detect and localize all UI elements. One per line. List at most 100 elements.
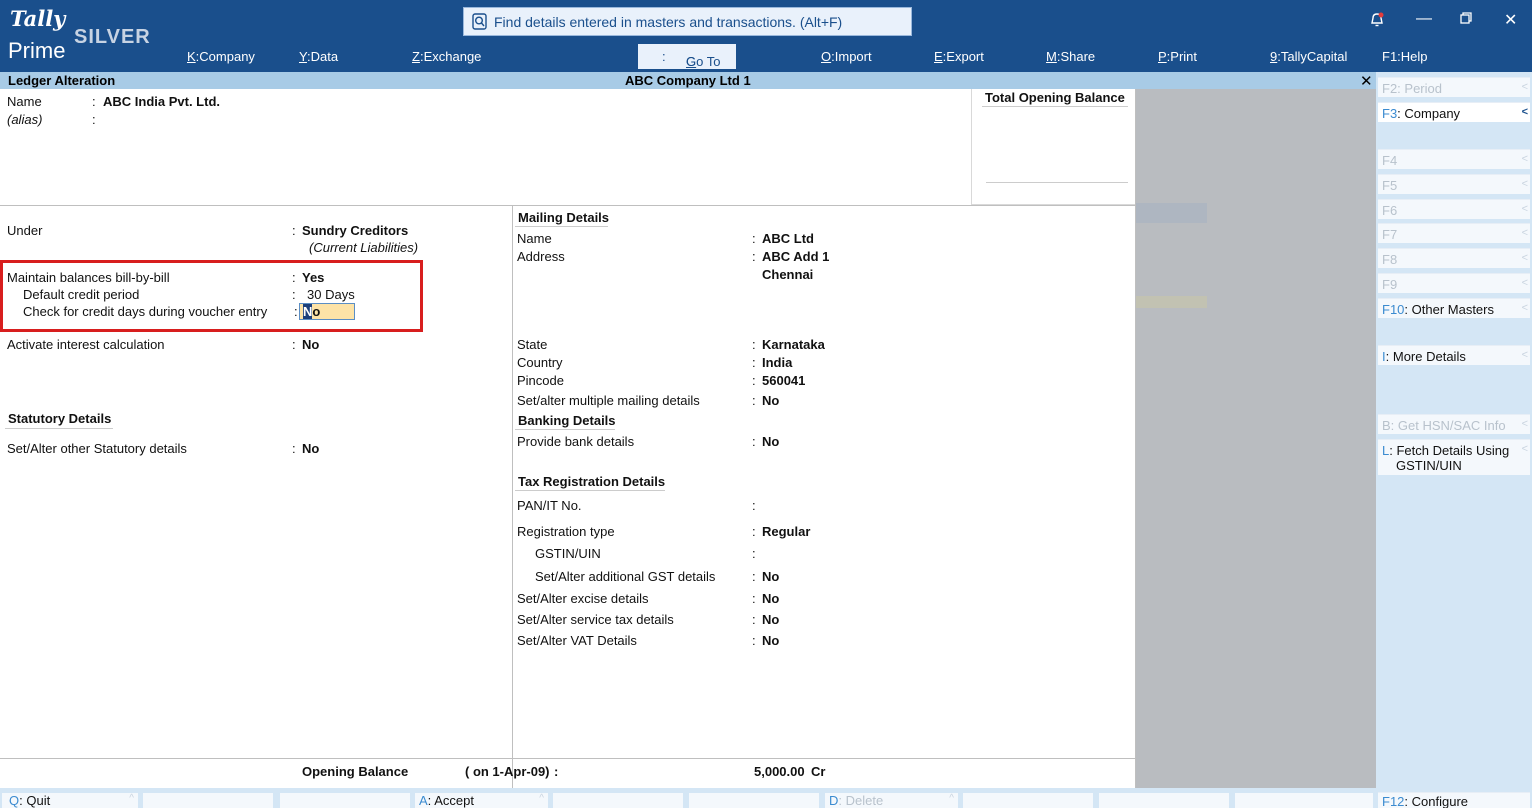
colon: : — [752, 393, 756, 408]
bottom-empty-button[interactable] — [689, 793, 819, 808]
bank-details-field[interactable]: No — [762, 434, 779, 449]
opening-balance-amount[interactable]: 5,000.00 — [754, 764, 805, 779]
state-field[interactable]: Karnataka — [762, 337, 825, 352]
other-masters-button[interactable]: F10: Other Masters < — [1378, 298, 1530, 318]
f6-button[interactable]: F6 < — [1378, 199, 1530, 219]
ledger-name-field[interactable]: ABC India Pvt. Ltd. — [103, 94, 220, 109]
statutory-heading: Statutory Details — [8, 411, 112, 426]
colon: : — [752, 633, 756, 648]
multi-mailing-field[interactable]: No — [762, 393, 779, 408]
address-line-2[interactable]: Chennai — [762, 267, 813, 282]
chevron-up-icon: ^ — [539, 793, 544, 804]
f9-button[interactable]: F9 < — [1378, 273, 1530, 293]
get-hsn-button[interactable]: B: Get HSN/SAC Info < — [1378, 414, 1530, 434]
bottom-empty-button[interactable] — [963, 793, 1093, 808]
search-bar[interactable]: Find details entered in masters and tran… — [463, 7, 912, 36]
divider — [982, 106, 1128, 107]
address-line-1[interactable]: ABC Add 1 — [762, 249, 829, 264]
mailing-heading: Mailing Details — [518, 210, 610, 225]
colon: : — [752, 373, 756, 388]
menu-exchange[interactable]: Z:Exchange — [412, 49, 481, 64]
menu-share[interactable]: M:Share — [1046, 49, 1095, 64]
chevron-left-icon: < — [1521, 153, 1528, 165]
restore-icon[interactable] — [1460, 11, 1472, 29]
country-field[interactable]: India — [762, 355, 792, 370]
company-button[interactable]: F3: Company < — [1378, 102, 1530, 122]
section-divider — [0, 205, 1136, 206]
excise-field[interactable]: No — [762, 591, 779, 606]
menu-export[interactable]: E:Export — [934, 49, 984, 64]
fetch-gstin-button[interactable]: L: Fetch Details Using GSTIN/UIN < — [1378, 439, 1530, 475]
alias-label: (alias) — [7, 112, 43, 127]
bottom-empty-button[interactable] — [280, 793, 410, 808]
pincode-field[interactable]: 560041 — [762, 373, 805, 388]
under-field[interactable]: Sundry Creditors — [302, 223, 408, 238]
under-group-note: (Current Liabilities) — [309, 240, 419, 255]
chevron-left-icon: < — [1521, 418, 1528, 430]
menu-tallycapital[interactable]: 9:TallyCapital — [1270, 49, 1347, 64]
menu-goto[interactable]: G: Go To — [638, 44, 736, 69]
close-screen-icon[interactable]: ✕ — [1360, 72, 1373, 90]
service-tax-field[interactable]: No — [762, 612, 779, 627]
colon: : — [292, 337, 296, 352]
bottom-empty-button[interactable] — [1099, 793, 1229, 808]
f7-button[interactable]: F7 < — [1378, 223, 1530, 243]
chevron-left-icon: < — [1521, 302, 1528, 314]
under-label: Under — [7, 223, 43, 238]
opening-divider — [0, 758, 1136, 759]
menu-import[interactable]: O:Import — [821, 49, 872, 64]
top-bar: Tally Prime SILVER Find details entered … — [0, 0, 1532, 72]
chevron-left-icon: < — [1521, 178, 1528, 190]
divider — [986, 182, 1128, 183]
accept-button[interactable]: A: Accept ^ — [415, 793, 548, 808]
menu-help[interactable]: F1:Help — [1382, 49, 1428, 64]
menu-print[interactable]: P:Print — [1158, 49, 1197, 64]
menu-data[interactable]: Y:Data — [299, 49, 338, 64]
bottom-empty-button[interactable] — [1235, 793, 1373, 808]
window-close-icon[interactable]: ✕ — [1504, 10, 1517, 30]
pincode-label: Pincode — [517, 373, 564, 388]
statutory-label: Set/Alter other Statutory details — [7, 441, 187, 456]
notification-bell-icon[interactable] — [1369, 11, 1385, 31]
colon: : — [292, 441, 296, 456]
screen-title: Ledger Alteration — [8, 73, 116, 88]
f4-button[interactable]: F4 < — [1378, 149, 1530, 169]
statutory-field[interactable]: No — [302, 441, 319, 456]
vat-field[interactable]: No — [762, 633, 779, 648]
opening-balance-date: ( on 1-Apr-09) — [465, 764, 550, 779]
bottom-empty-button[interactable] — [553, 793, 683, 808]
search-placeholder: Find details entered in masters and tran… — [494, 14, 843, 30]
registration-type-field[interactable]: Regular — [762, 524, 810, 539]
address-label: Address — [517, 249, 565, 264]
service-tax-label: Set/Alter service tax details — [517, 612, 674, 627]
multi-mailing-label: Set/alter multiple mailing details — [517, 393, 700, 408]
vat-label: Set/Alter VAT Details — [517, 633, 637, 648]
interest-field[interactable]: No — [302, 337, 319, 352]
pan-label: PAN/IT No. — [517, 498, 582, 513]
colon: : — [752, 524, 756, 539]
delete-button[interactable]: D: Delete ^ — [825, 793, 958, 808]
f8-button[interactable]: F8 < — [1378, 248, 1530, 268]
f5-button[interactable]: F5 < — [1378, 174, 1530, 194]
right-button-panel: F2: Period < F3: Company < F4 < F5 < F6 < F7 <… — [1376, 72, 1532, 808]
mailing-name-field[interactable]: ABC Ltd — [762, 231, 814, 246]
colon: : — [752, 591, 756, 606]
additional-gst-field[interactable]: No — [762, 569, 779, 584]
heading-underline — [515, 429, 615, 430]
chevron-up-icon: ^ — [129, 793, 134, 804]
bottom-empty-button[interactable] — [143, 793, 273, 808]
colon: : — [752, 231, 756, 246]
chevron-left-icon: < — [1521, 277, 1528, 289]
configure-button[interactable]: F12: Configure — [1378, 792, 1530, 808]
banking-heading: Banking Details — [518, 413, 616, 428]
opening-balance-type[interactable]: Cr — [811, 764, 825, 779]
more-details-button[interactable]: I: More Details < — [1378, 345, 1530, 365]
quit-button[interactable]: Q: Quit ^ — [2, 793, 138, 808]
chevron-left-icon: < — [1521, 81, 1528, 93]
menu-company[interactable]: K:Company — [187, 49, 255, 64]
colon: : — [752, 569, 756, 584]
period-button[interactable]: F2: Period < — [1378, 77, 1530, 97]
total-opening-balance-panel: Total Opening Balance — [971, 89, 1136, 205]
opening-balance-label: Opening Balance — [302, 764, 409, 779]
minimize-icon[interactable]: — — [1416, 10, 1432, 28]
